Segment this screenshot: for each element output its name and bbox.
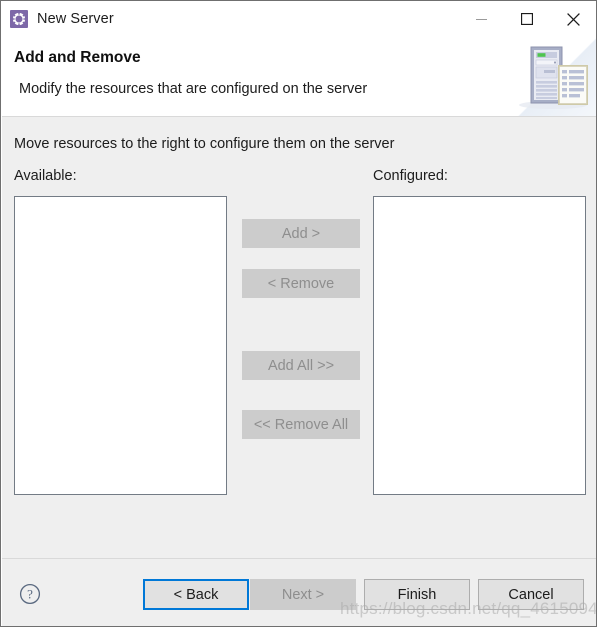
remove-button[interactable]: < Remove [242,269,360,298]
available-label: Available: [14,168,77,184]
window-title: New Server [37,11,114,27]
server-wizard-icon [10,10,28,28]
document-icon [558,65,588,105]
back-button[interactable]: < Back [143,579,249,610]
remove-all-button[interactable]: << Remove All [242,410,360,439]
new-server-dialog: New Server Add and Remove Modify the res… [0,0,597,627]
server-tower [530,46,563,104]
close-icon [566,12,580,26]
title-bar: New Server [1,1,596,37]
instruction-text: Move resources to the right to configure… [14,136,395,152]
available-resources-list[interactable] [14,196,227,495]
dialog-content: Move resources to the right to configure… [2,117,596,558]
configured-resources-list[interactable] [373,196,586,495]
minimize-button[interactable] [458,1,504,37]
add-button[interactable]: Add > [242,219,360,248]
wizard-header: Add and Remove Modify the resources that… [2,37,596,116]
cancel-button[interactable]: Cancel [478,579,584,610]
minimize-icon [475,18,487,20]
maximize-icon [521,13,533,25]
page-subtitle: Modify the resources that are configured… [19,81,368,97]
help-icon: ? [19,583,41,605]
gear-icon [11,11,27,27]
window-controls [458,1,596,37]
next-button[interactable]: Next > [250,579,356,610]
configured-label: Configured: [373,168,448,184]
svg-text:?: ? [27,587,33,602]
close-button[interactable] [550,1,596,37]
help-button[interactable]: ? [19,583,41,605]
finish-button[interactable]: Finish [364,579,470,610]
server-and-document-icon [511,37,596,116]
page-title: Add and Remove [14,49,141,66]
maximize-button[interactable] [504,1,550,37]
add-all-button[interactable]: Add All >> [242,351,360,380]
server-illustration [519,46,588,109]
